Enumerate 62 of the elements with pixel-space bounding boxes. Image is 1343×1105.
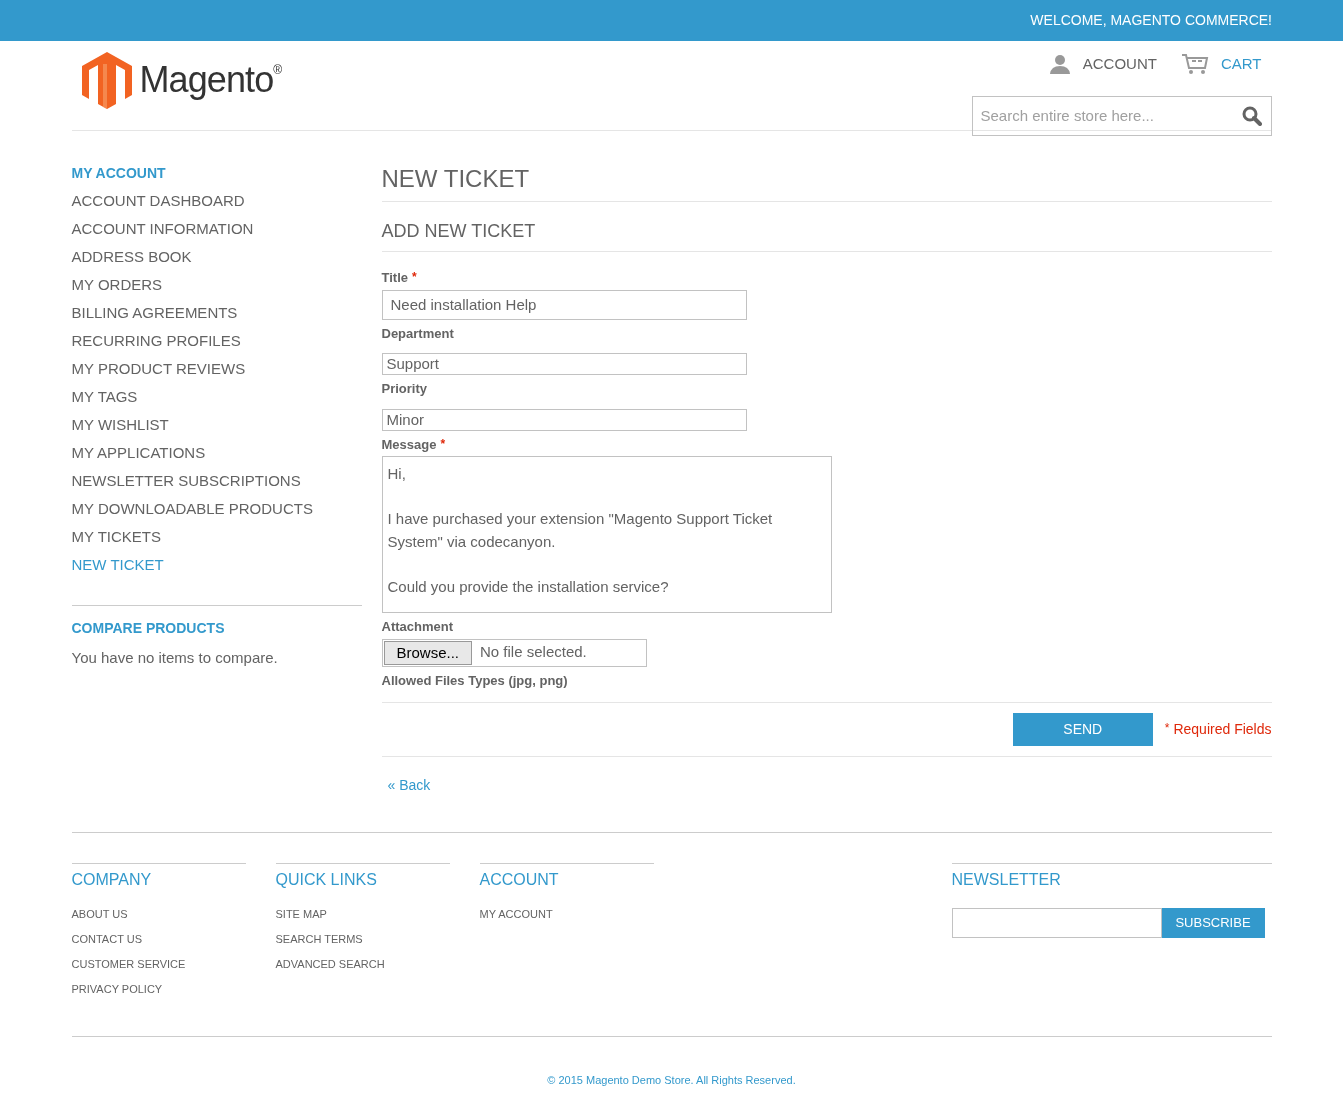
sidebar-item[interactable]: MY TICKETS xyxy=(71,525,362,553)
compare-title: COMPARE PRODUCTS xyxy=(71,619,226,638)
file-input[interactable]: Browse... No file selected. xyxy=(381,638,647,667)
newsletter-field[interactable] xyxy=(951,908,1162,938)
sidebar-item[interactable]: BILLING AGREEMENTS xyxy=(71,301,362,329)
compare-text: You have no items to compare. xyxy=(71,648,279,668)
sidebar-item[interactable]: NEWSLETTER SUBSCRIPTIONS xyxy=(71,469,362,497)
footer-link[interactable]: ABOUT US xyxy=(71,906,246,931)
sidebar-item[interactable]: MY TAGS xyxy=(71,385,362,413)
sidebar-item[interactable]: RECURRING PROFILES xyxy=(71,329,362,357)
footer-link[interactable]: PRIVACY POLICY xyxy=(71,981,246,1006)
sidebar-item[interactable]: MY PRODUCT REVIEWS xyxy=(71,357,362,385)
logo-icon xyxy=(81,51,132,109)
message-field[interactable]: Hi, I have purchased your extension "Magento Support Ticket System" via codecanyon. Could you provide the installation service? xyxy=(381,456,832,613)
footer-link[interactable]: SEARCH TERMS xyxy=(275,931,450,956)
sidebar-item[interactable]: ACCOUNT INFORMATION xyxy=(71,217,362,245)
person-icon xyxy=(1048,54,1071,75)
select-field[interactable]: Minor xyxy=(381,408,747,431)
required-mark: * xyxy=(440,435,446,453)
cart-icon xyxy=(1180,53,1209,76)
cart-link[interactable]: CART xyxy=(1180,53,1262,76)
sidebar-item[interactable]: MY ORDERS xyxy=(71,273,362,301)
sidebar-item[interactable]: ADDRESS BOOK xyxy=(71,245,362,273)
footer-heading: QUICK LINKS xyxy=(275,870,378,890)
page-title: NEW TICKET xyxy=(381,161,1272,202)
copyright-text: © 2015 Magento Demo Store. All Rights Reserved. xyxy=(547,1074,796,1086)
select-field[interactable]: Support xyxy=(381,353,747,375)
input-field[interactable]: Need installation Help xyxy=(381,289,747,320)
back-link[interactable]: « Back xyxy=(387,775,1272,796)
sidebar-item[interactable]: NEW TICKET xyxy=(71,553,362,581)
sidebar-item[interactable]: MY DOWNLOADABLE PRODUCTS xyxy=(71,497,362,525)
browse-button[interactable]: Browse... xyxy=(383,640,473,665)
required-mark: * xyxy=(412,269,417,286)
send-button[interactable]: SEND xyxy=(1012,713,1153,746)
sidebar-item[interactable]: ACCOUNT DASHBOARD xyxy=(71,189,362,217)
field-label: Department xyxy=(381,324,454,343)
required-mark: * xyxy=(1164,720,1170,737)
required-fields-note: Required Fields xyxy=(1173,720,1272,739)
footer-heading: NEWSLETTER xyxy=(951,870,1062,890)
section-title: ADD NEW TICKET xyxy=(381,218,1272,252)
footer-heading: ACCOUNT xyxy=(479,870,560,890)
search-field[interactable]: Search entire store here... xyxy=(971,95,1272,136)
footer-link[interactable]: CUSTOMER SERVICE xyxy=(71,956,246,981)
subscribe-button[interactable]: SUBSCRIBE xyxy=(1161,908,1265,938)
footer-link[interactable]: CONTACT US xyxy=(71,931,246,956)
footer-heading: COMPANY xyxy=(71,870,153,890)
footer-link[interactable]: SITE MAP xyxy=(275,906,450,931)
sidebar-item[interactable]: MY WISHLIST xyxy=(71,413,362,441)
sidebar-title: MY ACCOUNT xyxy=(71,164,167,183)
footer-link[interactable]: MY ACCOUNT xyxy=(479,906,654,931)
file-types-hint: Allowed Files Types (jpg, png) xyxy=(381,670,1272,703)
field-label: Attachment xyxy=(381,618,454,636)
file-status: No file selected. xyxy=(480,642,587,663)
logo-text: Magento® xyxy=(139,58,282,102)
field-label: Title xyxy=(381,269,408,287)
sidebar-item[interactable]: MY APPLICATIONS xyxy=(71,441,362,469)
welcome-text: WELCOME, MAGENTO COMMERCE! xyxy=(1030,11,1272,30)
field-label: Priority xyxy=(381,380,427,398)
search-icon[interactable] xyxy=(1241,105,1262,126)
field-label: Message xyxy=(381,435,437,454)
account-link[interactable]: ACCOUNT xyxy=(1048,53,1157,76)
footer-link[interactable]: ADVANCED SEARCH xyxy=(275,956,450,981)
